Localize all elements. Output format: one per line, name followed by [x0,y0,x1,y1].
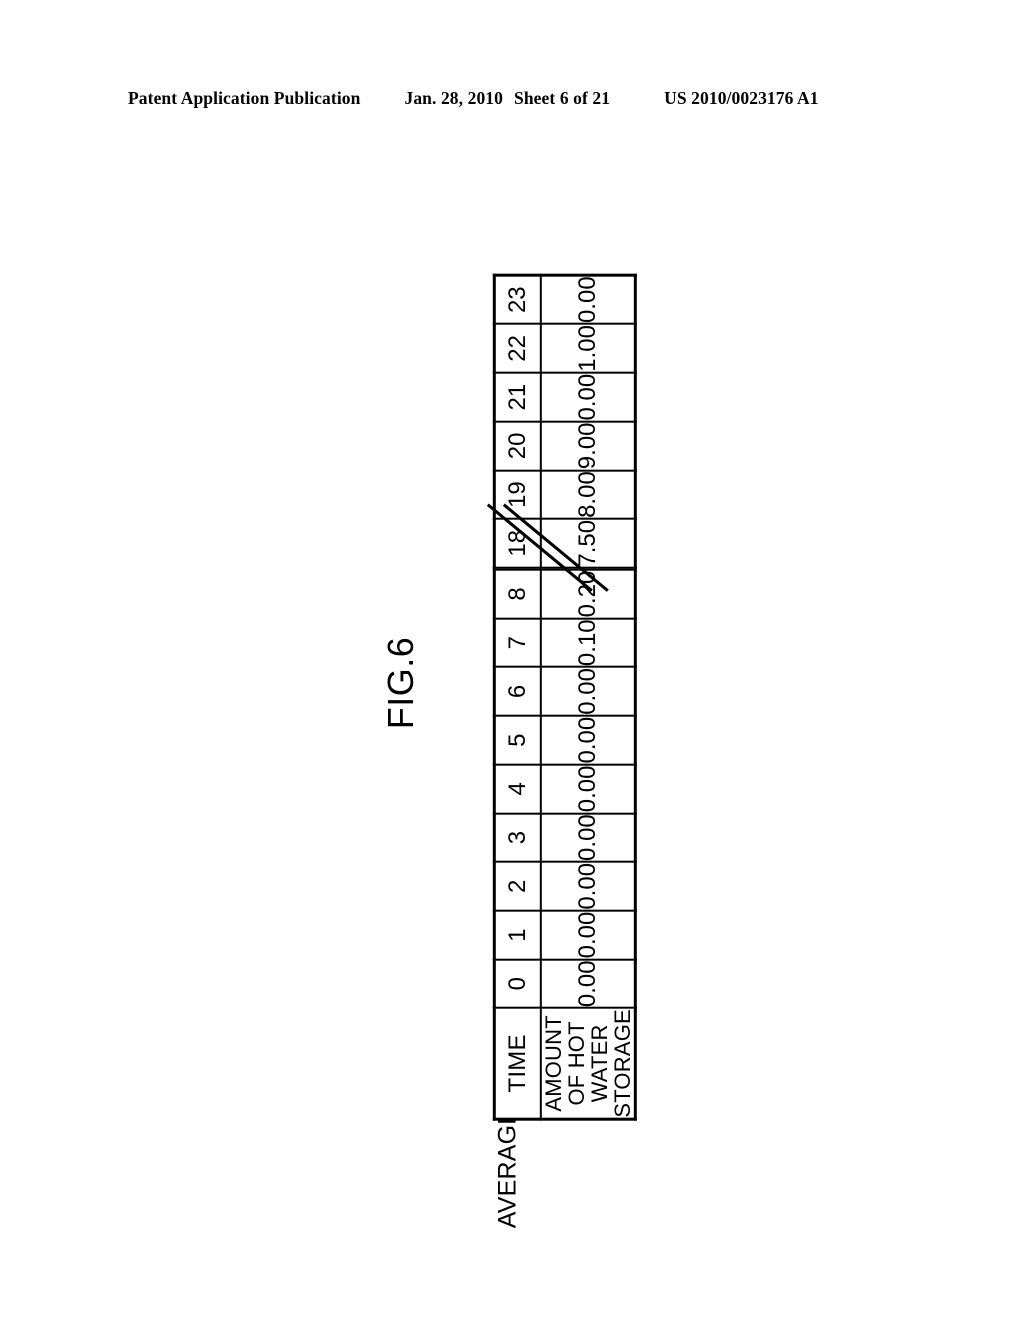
amount-cell-5: 0.00 [540,715,636,765]
row-header-amount-line1: AMOUNT OF HOT [540,1015,589,1112]
figure-label: FIG.6 [380,636,421,730]
amount-cell-1: 0.00 [540,910,636,960]
amount-cell-9: 7.50 [540,518,636,568]
amount-cell-13: 1.00 [540,324,636,373]
row-header-amount: AMOUNT OF HOT WATER STORAGE [540,1008,636,1120]
time-cell-9: 18 [494,518,541,568]
amount-cell-4: 0.00 [540,764,636,814]
time-cell-6: 6 [494,667,541,716]
amount-cell-14: 0.00 [540,274,636,325]
time-cell-14: 23 [494,274,541,325]
time-cell-2: 2 [494,861,541,911]
time-cell-3: 3 [494,813,541,862]
amount-cell-10: 8.00 [540,470,636,519]
table-break-column [486,503,636,592]
time-cell-8: 8 [494,569,541,619]
amount-cell-11: 9.00 [540,421,636,471]
time-cell-12: 21 [494,372,541,422]
time-cell-7: 7 [494,618,541,668]
row-header-time: TIME [494,1008,541,1120]
figure-6: FIG.6 AVERAGE HOT WATER STORAGE AMOUNT C… [0,0,1024,1320]
amount-cell-12: 0.00 [540,372,636,422]
time-cell-1: 1 [494,910,541,960]
time-cell-5: 5 [494,715,541,765]
amount-cell-6: 0.00 [540,667,636,716]
rotated-table-wrapper: TIME 0 1 2 3 4 5 6 7 8 18 19 20 21 22 23… [486,273,638,1121]
table-row-amount: AMOUNT OF HOT WATER STORAGE 0.00 0.00 0.… [540,274,636,1120]
amount-cell-3: 0.00 [540,813,636,862]
time-cell-13: 22 [494,324,541,373]
time-cell-4: 4 [494,764,541,814]
amount-cell-7: 0.10 [540,618,636,668]
time-cell-0: 0 [494,959,541,1009]
row-header-amount-line2: WATER STORAGE [587,1009,636,1118]
hot-water-storage-table: TIME 0 1 2 3 4 5 6 7 8 18 19 20 21 22 23… [486,273,638,1121]
amount-cell-8: 0.20 [540,569,636,619]
amount-cell-2: 0.00 [540,861,636,911]
time-cell-11: 20 [494,421,541,471]
time-cell-10: 19 [494,470,541,519]
amount-cell-0: 0.00 [540,959,636,1009]
table-row-time: TIME 0 1 2 3 4 5 6 7 8 18 19 20 21 22 23 [486,274,636,1120]
